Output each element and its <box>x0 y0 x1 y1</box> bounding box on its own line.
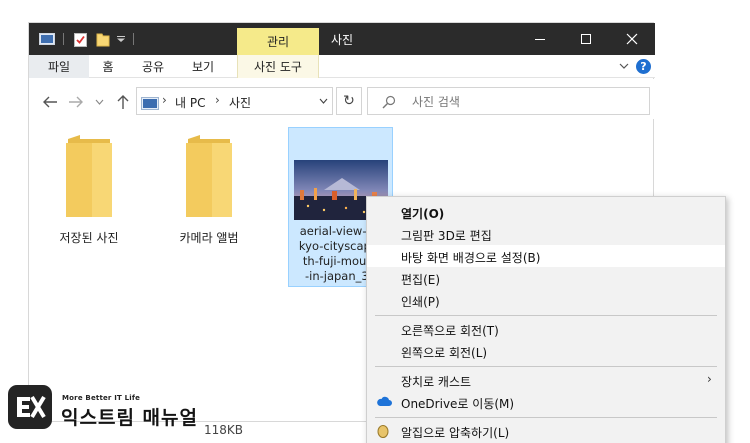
folder-icon <box>186 135 232 217</box>
tab-manage[interactable]: 관리 <box>237 28 319 55</box>
folder-label: 카메라 앨범 <box>179 231 239 245</box>
help-icon[interactable]: ? <box>636 59 651 74</box>
ribbon-tabs: 파일 홈 공유 보기 사진 도구 ? <box>29 55 655 78</box>
menu-separator <box>375 315 717 316</box>
app-icon[interactable] <box>39 31 55 47</box>
menu-separator <box>375 366 717 367</box>
menu-item-edit[interactable]: 편집(E) <box>367 267 725 289</box>
minimize-button[interactable] <box>517 23 563 55</box>
breadcrumb-pictures[interactable]: 사진 <box>229 94 251 111</box>
title-bar: 관리 사진 <box>29 23 655 55</box>
menu-item-edit-paint3d[interactable]: 그림판 3D로 편집 <box>367 223 725 245</box>
screen: 관리 사진 파일 홈 공유 보기 사진 도구 ? › 내 PC › 사진 ↻ 사… <box>0 0 750 443</box>
tab-view[interactable]: 보기 <box>185 55 221 78</box>
refresh-icon[interactable]: ↻ <box>336 87 362 115</box>
menu-item-open[interactable]: 열기(O) <box>367 201 725 223</box>
customize-quick-access-icon[interactable] <box>115 31 127 47</box>
tab-home[interactable]: 홈 <box>95 55 121 78</box>
menu-item-set-desktop-background[interactable]: 바탕 화면 배경으로 설정(B) <box>367 245 725 267</box>
watermark-title: 익스트림 매뉴얼 <box>61 407 198 429</box>
folder-icon <box>66 135 112 217</box>
breadcrumb-separator: › <box>162 93 167 107</box>
search-placeholder: 사진 검색 <box>412 95 460 109</box>
pictures-location-icon <box>141 95 159 110</box>
onedrive-cloud-icon <box>376 395 392 409</box>
watermark-subtitle: More Better IT Life <box>62 394 141 402</box>
submenu-arrow-icon: › <box>707 372 712 386</box>
title-divider <box>133 33 134 45</box>
address-dropdown-icon[interactable] <box>317 94 329 108</box>
alzip-egg-icon <box>376 424 392 438</box>
menu-item-cast-to-device[interactable]: 장치로 캐스트 › <box>367 369 725 391</box>
menu-item-rotate-left[interactable]: 왼쪽으로 회전(L) <box>367 340 725 362</box>
navigation-bar: › 내 PC › 사진 ↻ 사진 검색 <box>29 79 655 119</box>
status-selection-size: 118KB <box>204 423 244 437</box>
search-input[interactable]: 사진 검색 <box>367 87 650 115</box>
close-button[interactable] <box>609 23 655 55</box>
expand-ribbon-icon[interactable] <box>617 59 631 73</box>
tab-picture-tools[interactable]: 사진 도구 <box>237 55 319 78</box>
watermark-logo-icon <box>8 385 52 429</box>
search-icon <box>382 94 396 113</box>
window-title: 사진 <box>331 33 354 47</box>
menu-item-alzip-compress[interactable]: 알집으로 압축하기(L) <box>367 420 725 442</box>
folder-camera-roll[interactable]: 카메라 앨범 <box>164 135 254 255</box>
folder-saved-pictures[interactable]: 저장된 사진 <box>44 135 134 255</box>
forward-arrow-icon[interactable] <box>67 93 85 111</box>
quick-access-divider <box>63 33 64 45</box>
breadcrumb-this-pc[interactable]: 내 PC <box>175 94 205 111</box>
maximize-button[interactable] <box>563 23 609 55</box>
menu-item-print[interactable]: 인쇄(P) <box>367 289 725 311</box>
menu-separator <box>375 417 717 418</box>
context-menu: 열기(O) 그림판 3D로 편집 바탕 화면 배경으로 설정(B) 편집(E) … <box>366 196 726 443</box>
menu-item-move-to-onedrive[interactable]: OneDrive로 이동(M) <box>367 391 725 413</box>
menu-item-rotate-right[interactable]: 오른쪽으로 회전(T) <box>367 318 725 340</box>
tab-share[interactable]: 공유 <box>135 55 171 78</box>
tab-file[interactable]: 파일 <box>29 55 89 78</box>
address-bar[interactable]: › 내 PC › 사진 <box>136 87 333 115</box>
back-arrow-icon[interactable] <box>41 93 59 111</box>
breadcrumb-separator: › <box>215 93 220 107</box>
up-arrow-icon[interactable] <box>114 93 132 111</box>
properties-icon[interactable] <box>73 31 87 47</box>
folder-label: 저장된 사진 <box>59 231 119 245</box>
new-folder-icon[interactable] <box>95 31 111 47</box>
recent-locations-icon[interactable] <box>93 93 105 111</box>
